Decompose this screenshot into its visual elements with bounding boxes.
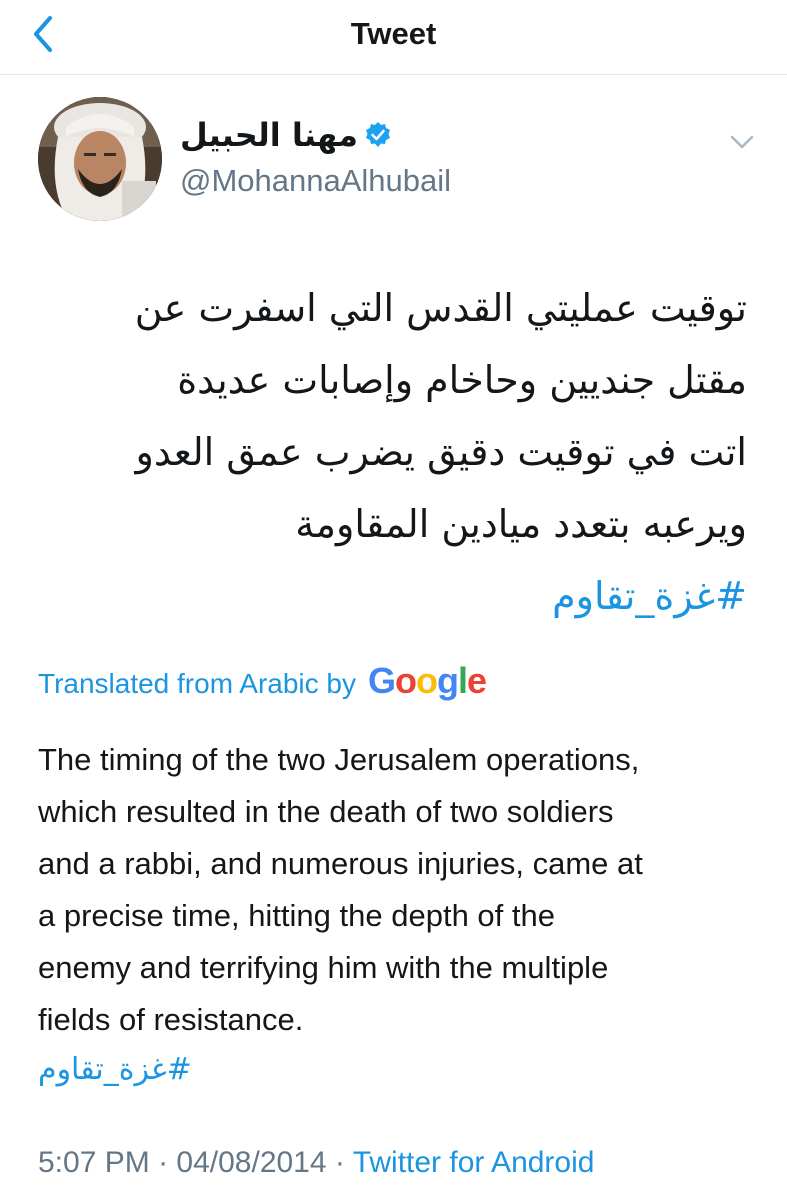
tweet-source-link[interactable]: Twitter for Android bbox=[353, 1146, 595, 1179]
translation-attribution[interactable]: Translated from Arabic by Google bbox=[38, 660, 487, 702]
tweet-metadata: 5:07 PM · 04/08/2014 · Twitter for Andro… bbox=[38, 1146, 594, 1180]
tweet-text-line: ويرعبه بتعدد ميادين المقاومة bbox=[295, 502, 747, 546]
meta-separator: · bbox=[149, 1146, 177, 1179]
chevron-down-icon[interactable] bbox=[724, 127, 760, 157]
translation-label[interactable]: Translated from Arabic by bbox=[38, 668, 356, 700]
page-title: Tweet bbox=[350, 16, 437, 51]
author-name-row: مهنا الحبيل bbox=[180, 113, 392, 157]
tweet-text-translation: The timing of the two Jerusalem operatio… bbox=[38, 734, 768, 1046]
author-display-name[interactable]: مهنا الحبيل bbox=[180, 116, 358, 154]
tweet-author-header: مهنا الحبيل @MohannaAlhubail bbox=[0, 75, 787, 235]
translation-line: enemy and terrifying him with the multip… bbox=[38, 950, 609, 985]
translation-line: a precise time, hitting the depth of the bbox=[38, 898, 555, 933]
tweet-date: 04/08/2014 bbox=[176, 1146, 327, 1179]
tweet-options-button[interactable] bbox=[724, 127, 760, 157]
hashtag-link[interactable]: #غزة_تقاوم bbox=[27, 560, 747, 632]
top-navigation-bar: Tweet bbox=[0, 0, 787, 75]
translation-hashtag-link[interactable]: #غزة_تقاوم bbox=[38, 1052, 192, 1087]
author-handle[interactable]: @MohannaAlhubail bbox=[180, 163, 451, 199]
tweet-text-line: مقتل جنديين وحاخام وإصابات عديدة bbox=[177, 358, 747, 402]
avatar[interactable] bbox=[38, 97, 162, 221]
avatar-photo bbox=[38, 97, 162, 221]
translation-line: fields of resistance. bbox=[38, 1002, 304, 1037]
translation-line: and a rabbi, and numerous injuries, came… bbox=[38, 846, 643, 881]
translation-line: which resulted in the death of two soldi… bbox=[38, 794, 614, 829]
tweet-text-original: توقيت عمليتي القدس التي اسفرت عن مقتل جن… bbox=[27, 272, 747, 632]
tweet-text-line: اتت في توقيت دقيق يضرب عمق العدو bbox=[135, 430, 747, 474]
meta-separator: · bbox=[326, 1146, 353, 1179]
verified-badge-icon bbox=[364, 121, 392, 149]
tweet-text-line: توقيت عمليتي القدس التي اسفرت عن bbox=[134, 286, 747, 330]
google-logo: Google bbox=[367, 660, 487, 701]
tweet-time: 5:07 PM bbox=[38, 1146, 150, 1179]
translation-line: The timing of the two Jerusalem operatio… bbox=[38, 742, 640, 777]
